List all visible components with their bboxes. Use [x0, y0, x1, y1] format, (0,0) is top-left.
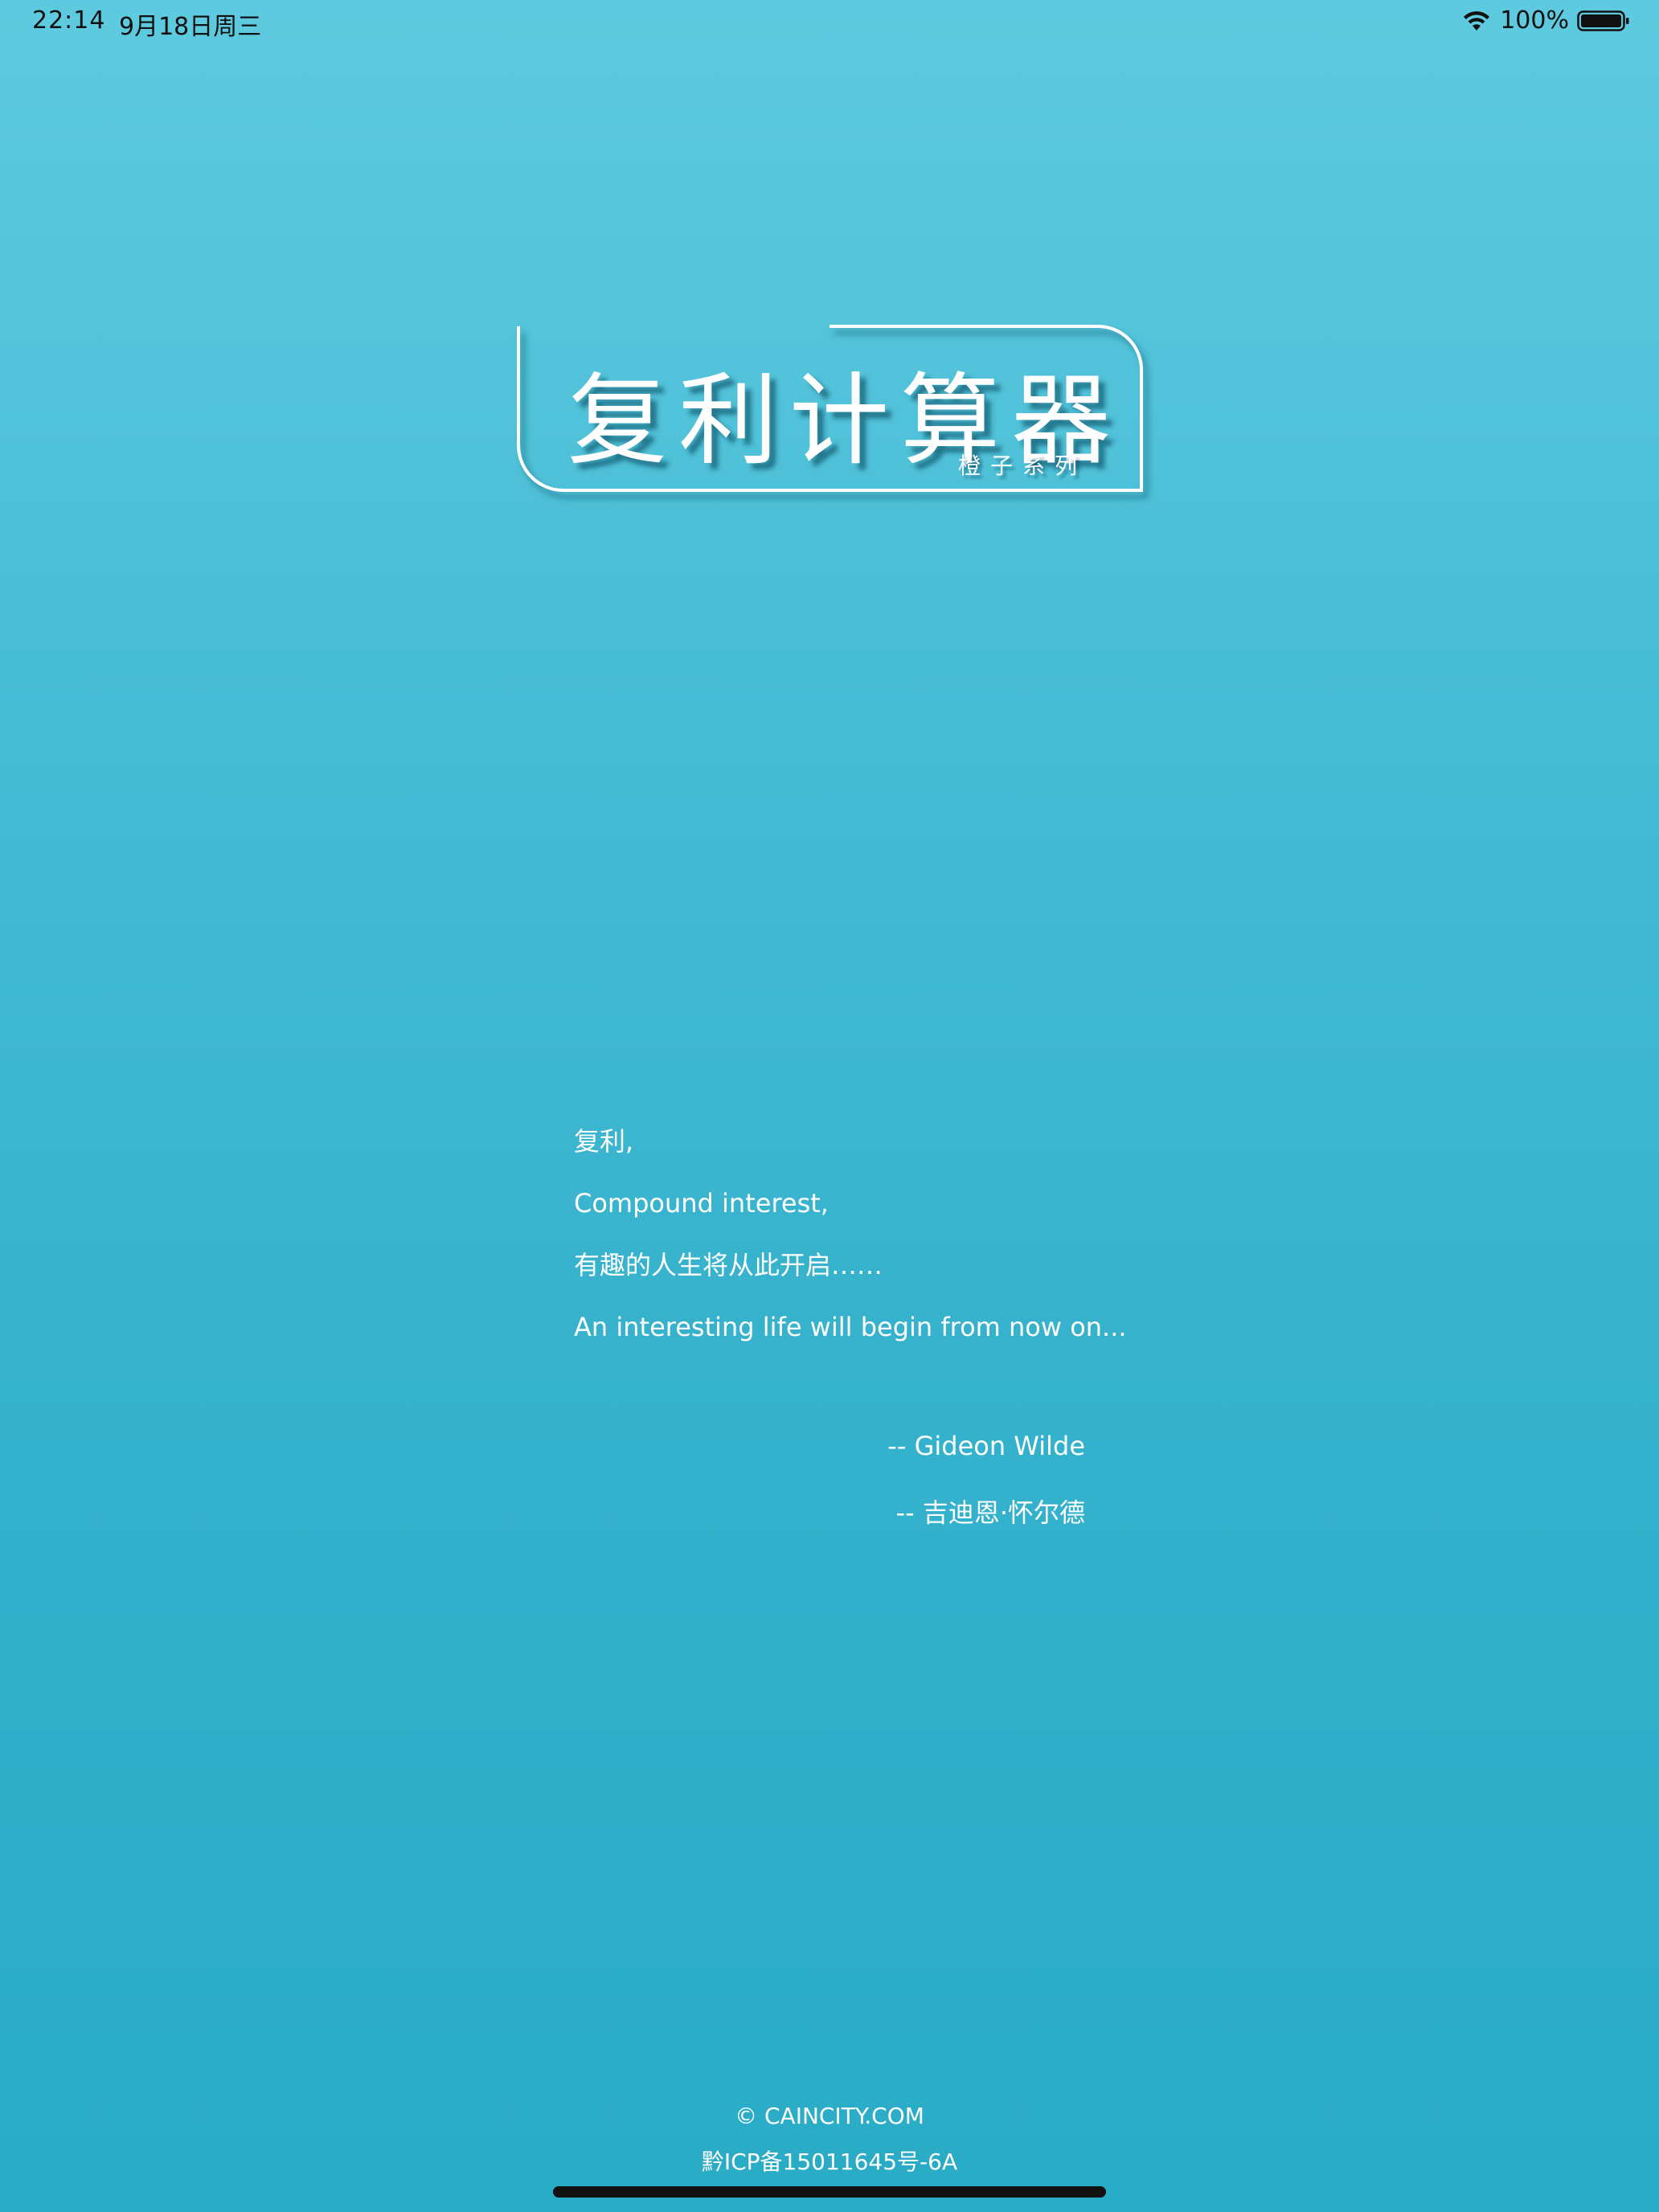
quote-line: 有趣的人生将从此开启…… [574, 1250, 883, 1280]
footer-copyright: © CAINCITY.COM [735, 2103, 924, 2129]
quote-attribution-en: -- Gideon Wilde [887, 1431, 1085, 1461]
app-logo: 复利计算器 橙子系列 [511, 322, 1154, 508]
quote-block: 复利, Compound interest, 有趣的人生将从此开启…… An i… [574, 1122, 1127, 1370]
battery-icon [1577, 9, 1630, 33]
quote-line: An interesting life will begin from now … [574, 1312, 1127, 1342]
status-date: 9月18日周三 [119, 13, 262, 41]
status-indicators: 100% [1461, 6, 1630, 35]
battery-percent: 100% [1500, 6, 1569, 35]
quote-line: 复利, [574, 1126, 634, 1157]
status-time: 22:14 [32, 6, 106, 35]
footer-icp: 黔ICP备15011645号-6A [701, 2149, 958, 2175]
home-indicator[interactable] [553, 2186, 1106, 2198]
wifi-icon [1461, 9, 1492, 33]
status-bar: 22:14 9月18日周三 100% [0, 0, 1659, 45]
quote-line: Compound interest, [574, 1188, 829, 1219]
app-subtitle: 橙子系列 [957, 453, 1087, 479]
quote-attribution-cn: -- 吉迪恩·怀尔德 [895, 1497, 1085, 1528]
